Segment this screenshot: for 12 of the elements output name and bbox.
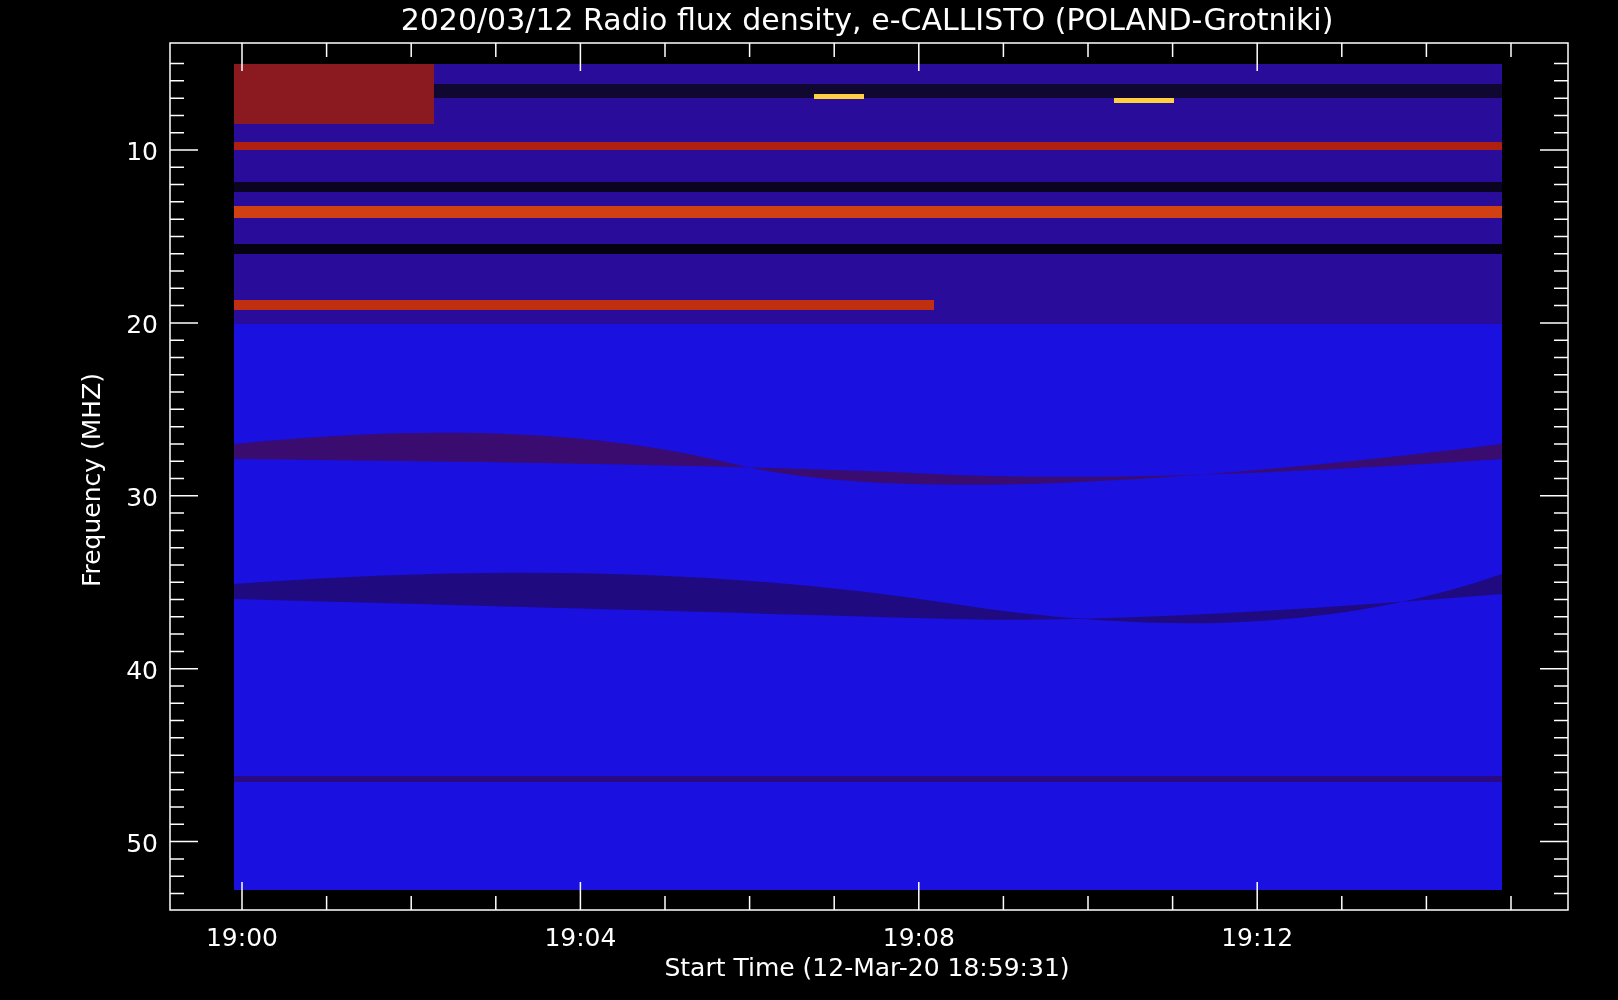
tick-label: 20 <box>126 309 158 339</box>
tick-label: 30 <box>126 482 158 512</box>
tick-label: 10 <box>126 137 158 166</box>
tick-label: 40 <box>126 655 158 685</box>
axis-title: Frequency (MHZ) <box>77 372 106 588</box>
chart-title: 2020/03/12 Radio flux density, e-CALLISTO (POLAND-Grotniki) <box>400 2 1334 37</box>
tick-label: 50 <box>126 828 158 858</box>
tick-label: 19:04 <box>544 923 617 952</box>
axis-title: Start Time (12-Mar-20 18:59:31) <box>664 953 1070 982</box>
tick-label: 19:08 <box>882 923 955 952</box>
tick-label: 19:00 <box>206 923 278 952</box>
tick-label: 19:12 <box>1221 923 1294 952</box>
